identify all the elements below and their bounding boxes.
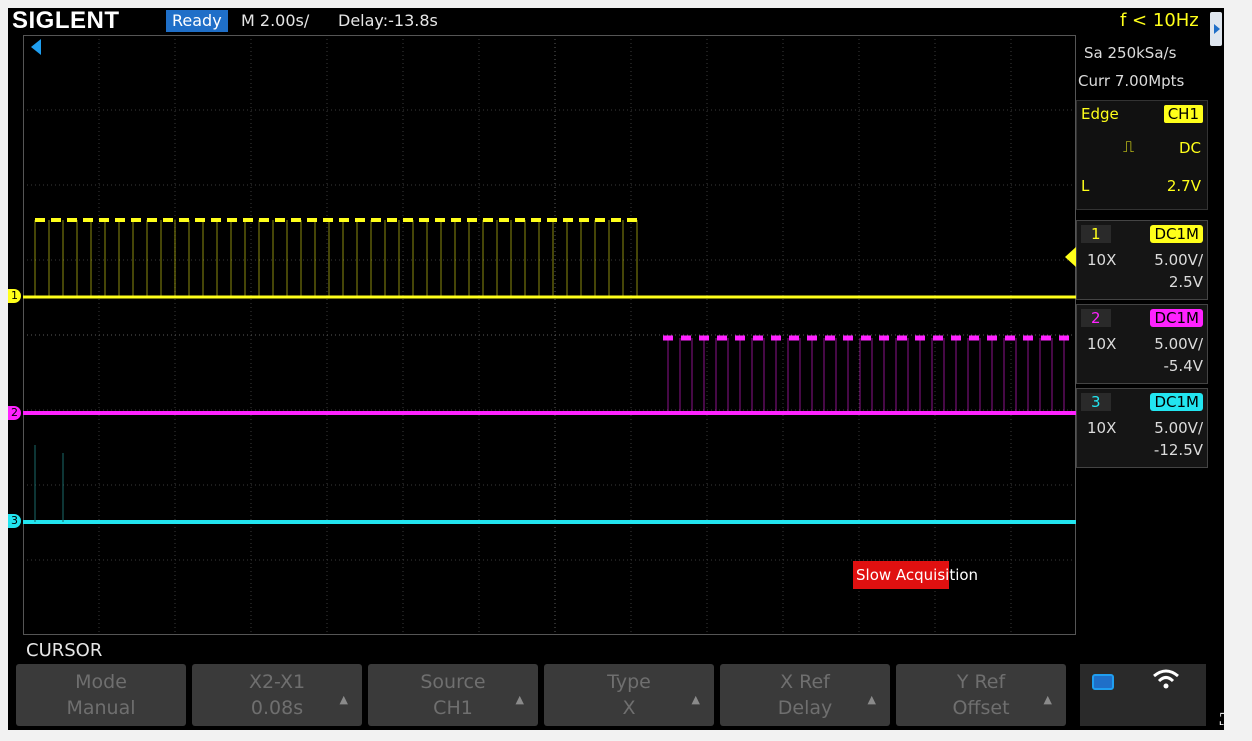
ch3-number: 3	[1081, 393, 1111, 411]
softkey-y-ref[interactable]: Y Ref Offset ▲	[896, 664, 1066, 726]
trigger-level: 2.7V	[1166, 177, 1201, 195]
battery-icon[interactable]	[1092, 674, 1114, 690]
adjust-up-icon: ▲	[1043, 693, 1052, 706]
softkey-x2-x1-title: X2-X1	[248, 671, 306, 693]
acquisition-status[interactable]: Ready	[166, 10, 228, 32]
softkey-x-ref[interactable]: X Ref Delay ▲	[720, 664, 890, 726]
adjust-up-icon: ▲	[867, 693, 876, 706]
ch1-coupling: DC1M	[1150, 225, 1203, 243]
trigger-type: Edge	[1081, 105, 1119, 123]
wifi-icon[interactable]	[1152, 668, 1180, 690]
trigger-frequency: f < 10Hz	[1120, 10, 1199, 31]
slow-acquisition-rest: tion	[949, 566, 979, 584]
ch3-ground-marker[interactable]: 3	[8, 514, 21, 528]
trigger-panel[interactable]: Edge CH1 ⎍ DC L 2.7V	[1076, 100, 1208, 210]
ch3-scale: 5.00V/	[1154, 419, 1203, 437]
waveform-grid[interactable]	[23, 35, 1076, 635]
ch2-number: 2	[1081, 309, 1111, 327]
adjust-up-icon: ▲	[515, 693, 524, 706]
softkey-mode-title: Mode	[75, 671, 127, 693]
softkey-type-value: X	[622, 697, 636, 719]
slow-acquisition-message: Slow Acquisition	[853, 561, 978, 589]
softkey-y-ref-value: Offset	[952, 697, 1010, 719]
ch1-scale: 5.00V/	[1154, 251, 1203, 269]
ch2-offset: -5.4V	[1163, 357, 1203, 375]
brand-logo: SIGLENT	[12, 8, 120, 34]
softkey-mode-value: Manual	[66, 697, 136, 719]
ch1-probe: 10X	[1087, 251, 1117, 269]
adjust-up-icon: ▲	[339, 693, 348, 706]
ch2-info-box[interactable]: 2 DC1M 10X 5.00V/ -5.4V	[1076, 304, 1208, 384]
sample-rate: Sa 250kSa/s	[1084, 44, 1177, 62]
softkey-x-ref-value: Delay	[777, 697, 833, 719]
slow-acquisition-highlight: Slow Acquisi	[853, 561, 950, 589]
ch2-coupling: DC1M	[1150, 309, 1203, 327]
softkey-y-ref-title: Y Ref	[956, 671, 1006, 693]
timebase-readout[interactable]: M 2.00s/	[241, 10, 309, 32]
ch3-offset: -12.5V	[1153, 441, 1203, 459]
softkey-x2-x1[interactable]: X2-X1 0.08s ▲	[192, 664, 362, 726]
ch1-number: 1	[1081, 225, 1111, 243]
ch2-probe: 10X	[1087, 335, 1117, 353]
trigger-source: CH1	[1163, 105, 1203, 123]
ch3-coupling: DC1M	[1150, 393, 1203, 411]
rising-edge-icon: ⎍	[1123, 137, 1135, 156]
ch1-ground-marker[interactable]: 1	[8, 289, 21, 303]
ch2-scale: 5.00V/	[1154, 335, 1203, 353]
adjust-up-icon: ▲	[691, 693, 700, 706]
softkey-type-title: Type	[607, 671, 651, 693]
side-panel-toggle[interactable]	[1210, 12, 1222, 46]
trigger-coupling: DC	[1178, 139, 1201, 157]
softkey-x-ref-title: X Ref	[780, 671, 830, 693]
trigger-level-label: L	[1081, 177, 1090, 195]
ch3-probe: 10X	[1087, 419, 1117, 437]
ch1-offset: 2.5V	[1168, 273, 1203, 291]
expand-icon[interactable]: ⛶	[1220, 710, 1224, 730]
delay-readout[interactable]: Delay:-13.8s	[338, 10, 438, 32]
softkey-x2-x1-value: 0.08s	[250, 697, 304, 719]
softkey-mode[interactable]: Mode Manual	[16, 664, 186, 726]
ch2-ground-marker[interactable]: 2	[8, 406, 21, 420]
softkey-source-title: Source	[420, 671, 486, 693]
ch1-info-box[interactable]: 1 DC1M 10X 5.00V/ 2.5V	[1076, 220, 1208, 300]
softkey-source[interactable]: Source CH1 ▲	[368, 664, 538, 726]
softkey-type[interactable]: Type X ▲	[544, 664, 714, 726]
memory-depth: Curr 7.00Mpts	[1078, 72, 1185, 90]
softkey-source-value: CH1	[433, 697, 473, 719]
scope-screen: SIGLENT Ready M 2.00s/ Delay:-13.8s f < …	[8, 8, 1224, 730]
ch3-info-box[interactable]: 3 DC1M 10X 5.00V/ -12.5V	[1076, 388, 1208, 468]
menu-title: CURSOR	[26, 640, 103, 661]
